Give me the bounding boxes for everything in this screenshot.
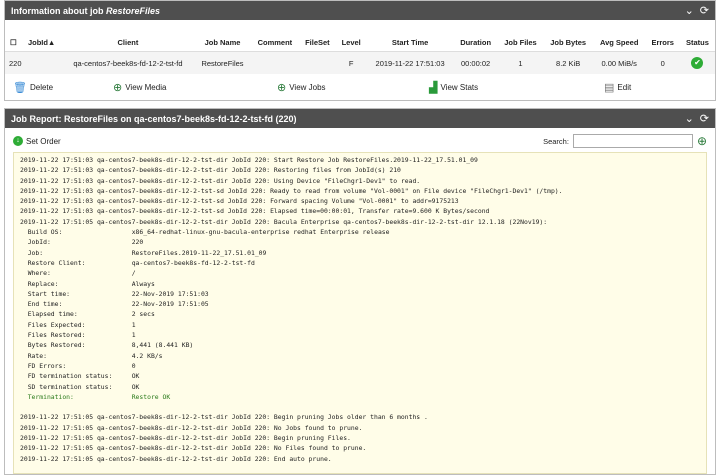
log-line: 2019-11-22 17:51:03 qa-centos7-beek8s-di… [20,186,563,195]
log-line: 2019-11-22 17:51:03 qa-centos7-beek8s-di… [20,207,490,216]
collapse-icon[interactable]: ⌄ [685,112,694,125]
table-cell [250,51,299,74]
table-cell[interactable]: 220 [5,51,62,74]
table-cell: 1 [497,51,544,74]
log-summary-line: Bytes Restored: 8,441 (8.441 KB) [27,341,194,350]
log-line: 2019-11-22 17:51:05 qa-centos7-beek8s-di… [20,217,548,226]
log-summary-line: End time: 22-Nov-2019 17:51:05 [27,300,209,309]
column-header[interactable]: Job Bytes [543,34,593,52]
column-header[interactable]: Start Time [366,34,454,52]
table-cell: 00:00:02 [453,51,498,74]
view-stats-button[interactable]: ▟ View Stats [429,81,604,94]
log-summary-line: Build OS: x86_64-redhat-linux-gnu-bacula-… [27,228,390,237]
job-log: 2019-11-22 17:51:03 qa-centos7-beek8s-di… [13,152,707,474]
edit-icon: ▤ [604,81,615,94]
table-cell: F [335,51,367,74]
log-summary-line: Replace: Always [27,279,155,288]
status-cell: ✔ [679,51,715,74]
search-label: Search: [543,136,569,146]
column-header[interactable]: Status [679,34,715,52]
job-table: ☐ JobId▲ Client Job Name Comment FileSet Level… [5,34,715,74]
search-icon[interactable]: ⊕ [697,134,707,148]
log-summary-line: FD termination status: OK [27,372,140,381]
log-summary-line: Start time: 22-Nov-2019 17:51:03 [27,289,209,298]
column-header[interactable]: Comment [250,34,299,52]
log-summary-line: Restore Client: qa-centos7-beek8s-fd-12-2… [27,258,255,267]
column-header[interactable]: Level [335,34,367,52]
job-report-header: Job Report: RestoreFiles on qa-centos7-b… [5,109,715,128]
column-header[interactable]: Errors [645,34,680,52]
job-info-panel: Information about job RestoreFiles ⌄ ⟳ ☐… [4,0,716,101]
collapse-icon[interactable]: ⌄ [685,4,694,17]
trash-icon: 🗑 [13,81,27,94]
log-summary-line: Elapsed time: 2 secs [27,310,155,319]
log-line: 2019-11-22 17:51:03 qa-centos7-beek8s-di… [20,156,478,164]
job-info-title: Information about job RestoreFiles [11,5,161,16]
log-summary-line: Termination: Restore OK [27,392,171,401]
log-line: 2019-11-22 17:51:05 qa-centos7-beek8s-di… [20,423,363,432]
log-summary-line: SD termination status: OK [27,382,140,391]
log-line: 2019-11-22 17:51:05 qa-centos7-beek8s-di… [20,444,367,453]
log-line: 2019-11-22 17:51:05 qa-centos7-beek8s-di… [20,413,428,422]
job-actions: 🗑 Delete ⊕ View Media ⊕ View Jobs ▟ View… [5,74,715,100]
column-header[interactable]: Job Files [497,34,544,52]
column-header[interactable]: Avg Speed [592,34,646,52]
set-order-button[interactable]: ↓ Set Order [13,136,543,146]
table-cell: 0.00 MiB/s [592,51,646,74]
delete-button[interactable]: 🗑 Delete [13,81,113,94]
refresh-icon[interactable]: ⟳ [700,4,709,17]
bar-chart-icon: ▟ [429,81,438,94]
log-summary-line: Rate: 4.2 KB/s [27,351,163,360]
table-cell [298,51,336,74]
table-cell: 0 [645,51,680,74]
job-name-italic: RestoreFiles [106,5,161,16]
edit-button[interactable]: ▤ Edit [604,81,631,94]
column-header[interactable]: Client [61,34,195,52]
table-cell: qa-centos7-beek8s-fd-12-2-tst-fd [61,51,195,74]
log-summary-line: JobId: 220 [27,238,144,247]
check-icon: ✔ [691,57,704,69]
log-summary-line: Job: RestoreFiles.2019-11-22_17.51.01_09 [27,248,267,257]
column-header[interactable]: Job Name [194,34,251,52]
refresh-icon[interactable]: ⟳ [700,112,709,125]
select-all-checkbox[interactable]: ☐ [5,34,22,52]
search-input[interactable] [572,134,693,148]
column-header[interactable]: FileSet [298,34,336,52]
job-report-title: Job Report: RestoreFiles on qa-centos7-b… [11,113,297,124]
log-blank [20,402,700,412]
view-jobs-button[interactable]: ⊕ View Jobs [277,81,429,94]
log-line: 2019-11-22 17:51:05 qa-centos7-beek8s-di… [20,454,332,463]
job-info-header: Information about job RestoreFiles ⌄ ⟳ [5,1,715,20]
table-cell: 2019-11-22 17:51:03 [366,51,454,74]
column-header[interactable]: Duration [453,34,498,52]
view-media-button[interactable]: ⊕ View Media [113,81,277,94]
table-cell: 8.2 KiB [543,51,593,74]
column-header[interactable]: JobId▲ [21,34,62,52]
log-summary-line: Where: / [27,269,136,278]
magnifier-icon: ⊕ [277,81,287,94]
log-line: 2019-11-22 17:51:03 qa-centos7-beek8s-di… [20,176,421,185]
log-line: 2019-11-22 17:51:05 qa-centos7-beek8s-di… [20,434,351,443]
log-summary-line: FD Errors: 0 [27,361,136,370]
log-line: 2019-11-22 17:51:03 qa-centos7-beek8s-di… [20,166,401,175]
log-summary-line: Files Expected: 1 [27,320,136,329]
log-line: 2019-11-22 17:51:03 qa-centos7-beek8s-di… [20,197,459,206]
log-summary-line: Files Restored: 1 [27,331,136,340]
sort-down-icon: ↓ [13,136,23,146]
magnifier-icon: ⊕ [113,81,123,94]
table-cell: RestoreFiles [194,51,251,74]
job-report-panel: Job Report: RestoreFiles on qa-centos7-b… [4,108,716,475]
